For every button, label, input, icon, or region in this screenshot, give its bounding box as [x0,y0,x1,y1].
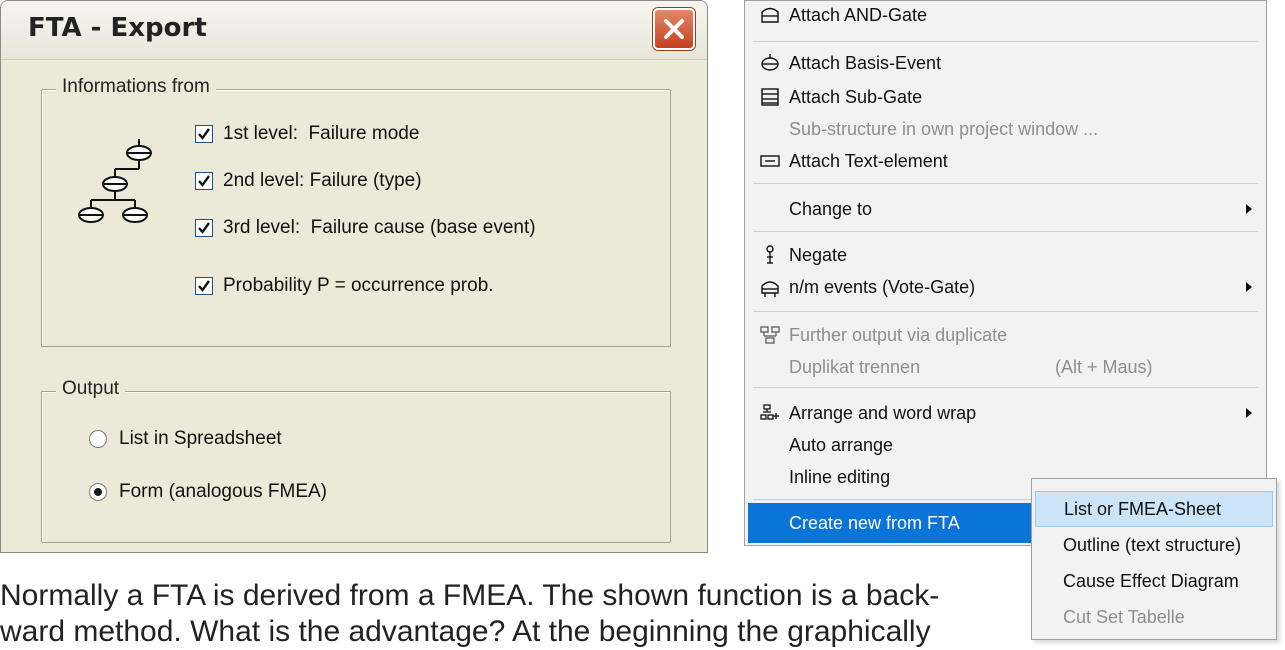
checkbox-probability[interactable]: Probability P = occurrence prob. [195,273,494,299]
menu-item-label: Attach Text-element [789,150,948,171]
menu-item-shortcut: (Alt + Maus) [1055,356,1153,377]
radio-label: Form (analogous FMEA) [119,481,328,502]
close-icon [664,19,684,39]
menu-item-attach-text-element[interactable]: Attach Text-element [745,141,1266,181]
output-legend: Output [56,378,126,400]
checkbox-label: 3rd level: Failure cause (base event) [223,217,536,238]
context-menu: Attach AND-Gate Attach Basis-Event Attac… [744,0,1267,546]
menu-separator [753,41,1258,42]
negate-icon [766,245,774,264]
checkbox-label: Probability P = occurrence prob. [223,275,494,296]
informations-legend: Informations from [56,76,216,98]
checkbox-box[interactable] [195,125,213,143]
checkmark-icon [198,280,210,292]
caption-line: Normally a FTA is derived from a FMEA. T… [0,579,940,612]
duplicate-icon [760,326,780,344]
menu-item-label: Negate [789,244,848,265]
fta-export-dialog: FTA - Export Informations from 1st level… [0,0,708,553]
checkbox-3rd-level[interactable]: 3rd level: Failure cause (base event) [195,215,536,241]
vote-gate-icon [761,281,779,297]
create-from-fta-submenu: List or FMEA-Sheet Outline (text structu… [1031,478,1277,640]
menu-item-label: Sub-structure in own project window ... [789,118,1099,139]
submenu-item-cause-effect-diagram[interactable]: Cause Effect Diagram [1035,563,1273,599]
radio-button[interactable] [89,483,107,501]
fault-tree-icon [78,139,152,223]
menu-item-label: Arrange and word wrap [789,402,977,423]
menu-separator [753,387,1258,388]
menu-item-label: Change to [789,198,873,219]
menu-item-label: Duplikat trennen [789,356,921,377]
submenu-arrow-icon [1246,408,1252,418]
radio-selected-dot [94,488,102,496]
caption-text: Normally a FTA is derived from a FMEA. T… [0,578,939,650]
checkbox-box[interactable] [195,172,213,190]
and-gate-icon [761,7,779,23]
checkbox-box[interactable] [195,219,213,237]
caption-line: ward method. What is the advantage? At t… [0,615,931,648]
arrange-icon [760,404,779,420]
submenu-item-label: Cause Effect Diagram [1063,570,1239,591]
menu-item-label: n/m events (Vote-Gate) [789,276,976,297]
sub-gate-icon [761,88,779,106]
menu-item-label: Inline editing [789,466,891,487]
menu-item-label: Attach AND-Gate [789,4,928,25]
checkbox-2nd-level[interactable]: 2nd level: Failure (type) [195,168,422,194]
menu-item-label: Attach Sub-Gate [789,86,923,107]
menu-item-attach-and-gate[interactable]: Attach AND-Gate [745,0,1266,35]
checkbox-1st-level[interactable]: 1st level: Failure mode [195,121,419,147]
radio-label: List in Spreadsheet [119,428,282,449]
basis-event-icon [761,54,779,71]
dialog-title: FTA - Export [28,13,207,43]
radio-list-in-spreadsheet[interactable]: List in Spreadsheet [89,426,282,452]
checkmark-icon [198,222,210,234]
menu-separator [753,231,1258,232]
checkbox-label: 2nd level: Failure (type) [223,170,422,191]
submenu-item-label: Cut Set Tabelle [1063,606,1185,627]
dialog-titlebar[interactable]: FTA - Export [1,1,707,60]
submenu-arrow-icon [1246,282,1252,292]
submenu-item-cut-set-tabelle[interactable]: Cut Set Tabelle [1035,599,1273,635]
radio-form-analogous-fmea[interactable]: Form (analogous FMEA) [89,479,327,505]
close-button[interactable] [653,8,695,50]
menu-item-duplikat-trennen[interactable]: Duplikat trennen (Alt + Maus) [745,347,1266,387]
submenu-item-label: List or FMEA-Sheet [1064,498,1222,519]
menu-item-label: Auto arrange [789,434,894,455]
menu-separator [753,311,1258,312]
checkmark-icon [198,175,210,187]
menu-item-vote-gate[interactable]: n/m events (Vote-Gate) [745,267,1266,307]
menu-item-label: Further output via duplicate [789,324,1008,345]
text-element-icon [760,155,780,167]
checkbox-box[interactable] [195,277,213,295]
menu-item-change-to[interactable]: Change to [745,189,1266,229]
menu-item-label: Create new from FTA [789,512,960,533]
checkbox-label: 1st level: Failure mode [223,123,420,144]
menu-separator [753,183,1258,184]
submenu-item-label: Outline (text structure) [1063,534,1242,555]
submenu-item-list-or-fmea-sheet[interactable]: List or FMEA-Sheet [1035,491,1273,527]
checkmark-icon [198,128,210,140]
submenu-arrow-icon [1246,204,1252,214]
menu-item-label: Attach Basis-Event [789,52,942,73]
submenu-item-outline[interactable]: Outline (text structure) [1035,527,1273,563]
radio-button[interactable] [89,430,107,448]
output-groupbox: Output [41,378,671,543]
